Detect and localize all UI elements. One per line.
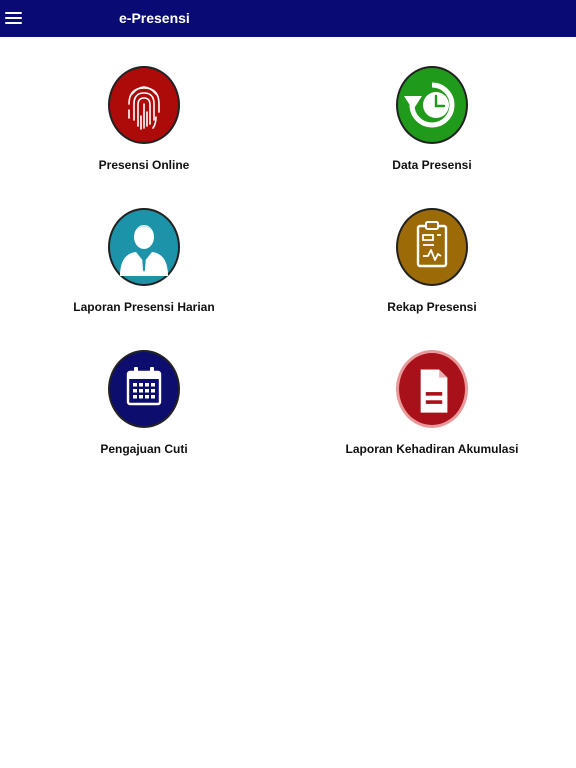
document-icon (396, 350, 468, 428)
menu-tile-presensi-online[interactable]: Presensi Online (0, 38, 288, 178)
menu-tile-pengajuan-cuti[interactable]: Pengajuan Cuti (0, 322, 288, 462)
app-title: e-Presensi (119, 10, 190, 26)
fingerprint-icon (108, 66, 180, 144)
menu-tile-laporan-kehadiran-akumulasi[interactable]: Laporan Kehadiran Akumulasi (288, 322, 576, 462)
tile-label: Pengajuan Cuti (100, 442, 188, 456)
tile-label: Laporan Presensi Harian (73, 300, 215, 314)
tile-label: Data Presensi (392, 158, 472, 172)
menu-tile-rekap-presensi[interactable]: Rekap Presensi (288, 180, 576, 320)
tile-label: Laporan Kehadiran Akumulasi (345, 442, 519, 456)
app-bar: e-Presensi (0, 0, 576, 37)
menu-tile-data-presensi[interactable]: Data Presensi (288, 38, 576, 178)
hamburger-menu-icon[interactable] (5, 8, 23, 28)
calendar-icon (108, 350, 180, 428)
tile-label: Rekap Presensi (387, 300, 477, 314)
menu-tile-laporan-presensi-harian[interactable]: Laporan Presensi Harian (0, 180, 288, 320)
clock-refresh-icon (396, 66, 468, 144)
user-icon (108, 208, 180, 286)
clipboard-icon (396, 208, 468, 286)
tile-label: Presensi Online (98, 158, 190, 172)
